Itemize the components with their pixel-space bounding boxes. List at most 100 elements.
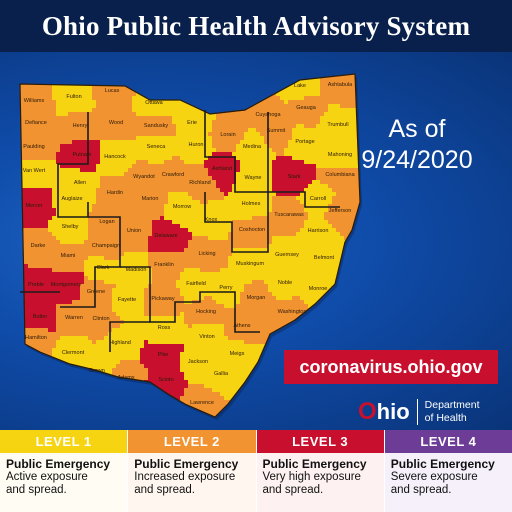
county-cell — [168, 128, 173, 133]
county-cell — [360, 216, 364, 220]
county-cell — [276, 148, 281, 153]
county-cell — [12, 156, 16, 160]
county-cell — [88, 56, 92, 60]
county-cell — [300, 68, 304, 72]
county-cell — [72, 168, 77, 173]
county-cell — [40, 228, 45, 233]
county-cell — [228, 196, 233, 201]
county-cell — [52, 56, 56, 60]
county-cell — [48, 180, 53, 185]
county-cell — [4, 160, 8, 164]
county-cell — [308, 96, 313, 101]
county-cell — [372, 56, 376, 60]
county-cell — [348, 68, 352, 72]
county-cell — [324, 220, 329, 225]
county-cell — [44, 132, 49, 137]
county-cell — [32, 52, 36, 56]
county-cell — [60, 116, 65, 121]
county-cell — [300, 96, 305, 101]
county-cell — [80, 252, 85, 257]
county-cell — [280, 92, 285, 97]
county-cell — [288, 124, 293, 129]
county-cell — [124, 180, 129, 185]
county-cell — [140, 64, 144, 68]
county-cell — [308, 80, 313, 85]
county-cell — [220, 228, 225, 233]
county-cell — [340, 88, 345, 93]
county-cell — [336, 252, 341, 257]
county-cell — [108, 164, 113, 169]
county-cell — [340, 60, 344, 64]
county-cell — [364, 232, 368, 236]
county-cell — [208, 132, 213, 137]
county-cell — [272, 164, 277, 169]
county-cell — [148, 188, 153, 193]
county-cell — [364, 80, 368, 84]
county-cell — [60, 100, 65, 105]
county-cell — [288, 76, 293, 81]
county-cell — [56, 240, 61, 245]
county-cell — [288, 148, 293, 153]
county-cell — [364, 256, 368, 260]
county-cell — [368, 240, 372, 244]
county-cell — [12, 232, 16, 236]
county-cell — [252, 88, 257, 93]
county-cell — [332, 100, 337, 105]
county-cell — [364, 88, 368, 92]
county-cell — [296, 228, 301, 233]
county-cell — [212, 148, 217, 153]
county-cell — [60, 176, 65, 181]
county-cell — [160, 52, 164, 56]
county-cell — [36, 160, 41, 165]
county-cell — [128, 188, 133, 193]
county-cell — [176, 120, 181, 125]
county-cell — [180, 92, 185, 97]
county-cell — [200, 104, 205, 109]
county-cell — [56, 56, 60, 60]
county-cell — [24, 252, 29, 257]
county-cell — [120, 196, 125, 201]
county-cell — [276, 228, 281, 233]
county-cell — [220, 192, 225, 197]
county-cell — [320, 244, 325, 249]
county-cell — [292, 236, 297, 241]
county-cell — [196, 236, 201, 241]
county-cell — [252, 56, 256, 60]
county-cell — [168, 108, 173, 113]
county-cell — [156, 136, 161, 141]
county-cell — [92, 156, 97, 161]
county-cell — [200, 92, 205, 97]
county-cell — [372, 252, 376, 256]
county-cell — [132, 184, 137, 189]
county-cell — [236, 156, 241, 161]
county-cell — [312, 156, 317, 161]
county-cell — [336, 92, 341, 97]
county-cell — [208, 232, 213, 237]
county-cell — [260, 204, 265, 209]
county-cell — [320, 208, 325, 213]
county-cell — [108, 204, 113, 209]
county-cell — [192, 88, 197, 93]
county-cell — [312, 74, 317, 77]
county-cell — [32, 74, 37, 77]
county-cell — [44, 88, 49, 93]
county-cell — [12, 100, 16, 104]
county-cell — [364, 52, 368, 56]
county-cell — [204, 228, 209, 233]
county-cell — [160, 80, 165, 85]
county-cell — [340, 220, 345, 225]
county-cell — [244, 132, 249, 137]
county-cell — [4, 152, 8, 156]
county-cell — [320, 216, 325, 221]
county-cell — [4, 100, 8, 104]
county-cell — [328, 100, 333, 105]
county-cell — [272, 180, 277, 185]
county-cell — [52, 100, 57, 105]
county-cell — [320, 80, 325, 85]
county-cell — [92, 164, 97, 169]
county-cell — [364, 252, 368, 256]
county-cell — [252, 76, 257, 81]
county-cell — [76, 74, 81, 77]
county-cell — [72, 100, 77, 105]
county-cell — [276, 56, 280, 60]
